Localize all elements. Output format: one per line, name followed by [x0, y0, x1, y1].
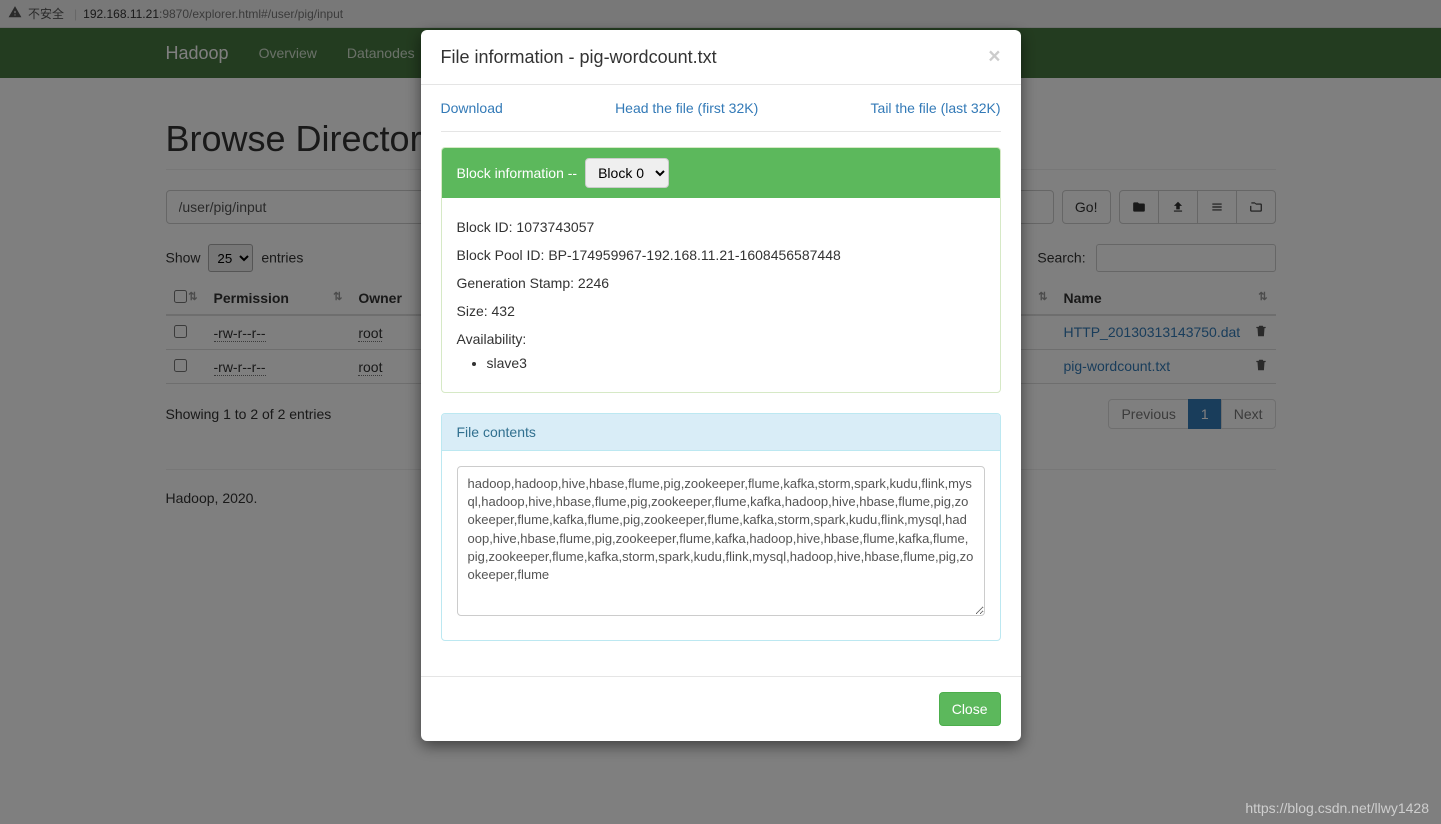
file-contents-panel: File contents: [441, 413, 1001, 641]
block-id-row: Block ID: 1073743057: [457, 213, 985, 241]
pool-id-row: Block Pool ID: BP-174959967-192.168.11.2…: [457, 241, 985, 269]
block-select[interactable]: Block 0: [585, 158, 669, 188]
close-button[interactable]: Close: [939, 692, 1001, 726]
size-row: Size: 432: [457, 297, 985, 325]
modal-title: File information - pig-wordcount.txt: [441, 47, 717, 68]
block-info-label: Block information --: [457, 165, 578, 181]
head-file-link[interactable]: Head the file (first 32K): [615, 100, 758, 116]
modal-close-icon[interactable]: ×: [988, 45, 1000, 69]
gen-stamp-row: Generation Stamp: 2246: [457, 269, 985, 297]
file-info-modal: File information - pig-wordcount.txt × D…: [421, 30, 1021, 741]
availability-list: slave3: [487, 349, 985, 377]
download-link[interactable]: Download: [441, 100, 503, 116]
file-contents-heading: File contents: [442, 414, 1000, 451]
file-contents-textarea[interactable]: [457, 466, 985, 616]
block-info-panel: Block information -- Block 0 Block ID: 1…: [441, 147, 1001, 393]
availability-node: slave3: [487, 349, 985, 377]
tail-file-link[interactable]: Tail the file (last 32K): [871, 100, 1001, 116]
